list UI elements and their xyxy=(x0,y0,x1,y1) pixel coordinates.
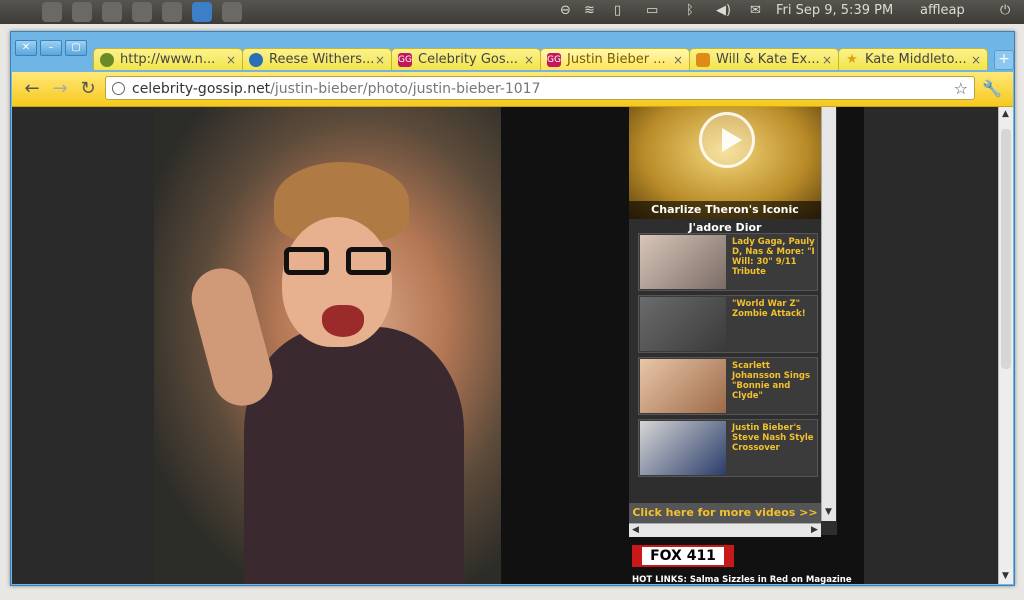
close-icon[interactable]: ✕ xyxy=(15,40,37,56)
video-item[interactable]: Scarlett Johansson Sings "Bonnie and Cly… xyxy=(638,357,818,415)
volume-icon[interactable]: ◀) xyxy=(716,3,731,18)
launcher-icon[interactable] xyxy=(42,2,62,22)
address-path: /justin-bieber/photo/justin-bieber-1017 xyxy=(270,81,541,97)
forward-icon[interactable]: → xyxy=(50,79,70,99)
globe-icon xyxy=(100,53,114,67)
tab-label: http://www.n... xyxy=(120,52,216,67)
sidebar-scrollbar[interactable]: ▼ xyxy=(821,107,836,521)
tab-label: Reese Withers... xyxy=(269,52,375,67)
video-title: "World War Z" Zombie Attack! xyxy=(732,299,806,319)
page-margin xyxy=(12,107,154,584)
video-thumbnail xyxy=(640,235,726,289)
scroll-up-icon[interactable]: ▲ xyxy=(1002,109,1009,119)
app-icon[interactable] xyxy=(162,2,182,22)
tab[interactable]: ★ Kate Middleto... × xyxy=(838,48,988,70)
chrome-icon[interactable] xyxy=(192,2,212,22)
app-icon[interactable] xyxy=(132,2,152,22)
tab-label: Celebrity Gos... xyxy=(418,52,519,67)
tab[interactable]: http://www.n... × xyxy=(93,48,243,70)
video-title: Justin Bieber's Steve Nash Style Crossov… xyxy=(732,423,814,453)
top-panel: ⊖ ≋ ▯ ▭ ᛒ ◀) ✉ Fri Sep 9, 5:39 PM afflea… xyxy=(0,0,1024,24)
main-photo[interactable] xyxy=(154,107,501,584)
edit-icon[interactable] xyxy=(72,2,92,22)
wifi-icon[interactable]: ≋ xyxy=(584,3,595,18)
app-icon[interactable] xyxy=(102,2,122,22)
scroll-down-icon[interactable]: ▼ xyxy=(825,507,832,517)
toolbar: ← → ↻ celebrity-gossip.net/justin-bieber… xyxy=(12,72,1013,107)
address-domain: celebrity-gossip.net xyxy=(132,81,271,97)
close-icon[interactable]: × xyxy=(524,49,534,70)
bookmark-star-icon[interactable]: ☆ xyxy=(954,77,968,101)
tab-label: Kate Middleto... xyxy=(865,52,967,67)
page-margin xyxy=(864,107,998,584)
mail-icon[interactable]: ✉ xyxy=(750,3,761,18)
hot-links[interactable]: HOT LINKS: Salma Sizzles in Red on Magaz… xyxy=(632,575,852,584)
wrench-icon[interactable]: 🔧 xyxy=(982,79,1002,98)
video-item[interactable]: Lady Gaga, Pauly D, Nas & More: "I Will:… xyxy=(638,233,818,291)
scroll-left-icon[interactable]: ◀ xyxy=(632,525,639,535)
sidebar-horizontal-scrollbar[interactable]: ◀ ▶ xyxy=(629,523,821,537)
star-icon: ★ xyxy=(846,52,858,67)
address-bar[interactable]: celebrity-gossip.net/justin-bieber/photo… xyxy=(105,76,975,100)
video-title: Lady Gaga, Pauly D, Nas & More: "I Will:… xyxy=(732,237,815,277)
page-scrollbar[interactable]: ▲ ▼ xyxy=(998,107,1013,584)
tab[interactable]: Will & Kate Ex... × xyxy=(689,48,839,70)
tab[interactable]: Reese Withers... × xyxy=(242,48,392,70)
gg-icon: GG xyxy=(547,53,561,67)
close-icon[interactable]: × xyxy=(375,49,385,70)
globe-icon xyxy=(112,82,125,95)
more-videos-link[interactable]: Click here for more videos >> xyxy=(629,503,821,523)
close-icon[interactable]: × xyxy=(822,49,832,70)
power-icon[interactable]: ⏻ xyxy=(1000,3,1010,18)
site-icon xyxy=(249,53,263,67)
new-tab-button[interactable]: + xyxy=(994,50,1014,70)
window-controls: ✕ – ▢ xyxy=(15,35,90,56)
play-icon[interactable] xyxy=(699,112,755,168)
featured-video-caption: Charlize Theron's Iconic J'adore Dior xyxy=(629,201,821,234)
tab[interactable]: GG Celebrity Gos... × xyxy=(391,48,541,70)
puzzle-icon[interactable] xyxy=(222,2,242,22)
web-page: Charlize Theron's Iconic J'adore Dior La… xyxy=(12,107,998,584)
browser-window: ✕ – ▢ http://www.n... × Reese Withers... ×… xyxy=(10,31,1015,586)
reload-icon[interactable]: ↻ xyxy=(78,79,98,99)
close-icon[interactable]: × xyxy=(971,49,981,70)
bluetooth-icon[interactable]: ᛒ xyxy=(686,3,694,18)
maximize-icon[interactable]: ▢ xyxy=(65,40,87,56)
drive-icon[interactable]: ▯ xyxy=(614,3,621,18)
video-item[interactable]: Justin Bieber's Steve Nash Style Crossov… xyxy=(638,419,818,477)
minimize-icon[interactable]: – xyxy=(40,40,62,56)
battery-icon[interactable]: ▭ xyxy=(646,3,658,18)
scroll-right-icon[interactable]: ▶ xyxy=(811,525,818,535)
video-item[interactable]: "World War Z" Zombie Attack! xyxy=(638,295,818,353)
video-title: Scarlett Johansson Sings "Bonnie and Cly… xyxy=(732,361,811,401)
back-icon[interactable]: ← xyxy=(22,79,42,99)
close-icon[interactable]: × xyxy=(226,49,236,70)
tab-label: Justin Bieber ... xyxy=(567,52,666,67)
user-name[interactable]: affleap xyxy=(920,3,965,18)
tab-label: Will & Kate Ex... xyxy=(716,52,820,67)
clock[interactable]: Fri Sep 9, 5:39 PM xyxy=(776,3,893,18)
video-thumbnail xyxy=(640,359,726,413)
site-icon xyxy=(696,53,710,67)
video-thumbnail xyxy=(640,297,726,351)
scroll-thumb[interactable] xyxy=(1001,129,1011,369)
tab-active[interactable]: GG Justin Bieber ... × xyxy=(540,48,690,70)
scroll-down-icon[interactable]: ▼ xyxy=(1002,571,1009,581)
featured-video[interactable]: Charlize Theron's Iconic J'adore Dior xyxy=(629,107,821,234)
fox411-logo[interactable]: FOX 411 xyxy=(632,545,734,567)
gg-icon: GG xyxy=(398,53,412,67)
close-icon[interactable]: × xyxy=(673,49,683,70)
minus-icon[interactable]: ⊖ xyxy=(560,3,571,18)
video-sidebar: Charlize Theron's Iconic J'adore Dior La… xyxy=(629,107,837,537)
video-thumbnail xyxy=(640,421,726,475)
